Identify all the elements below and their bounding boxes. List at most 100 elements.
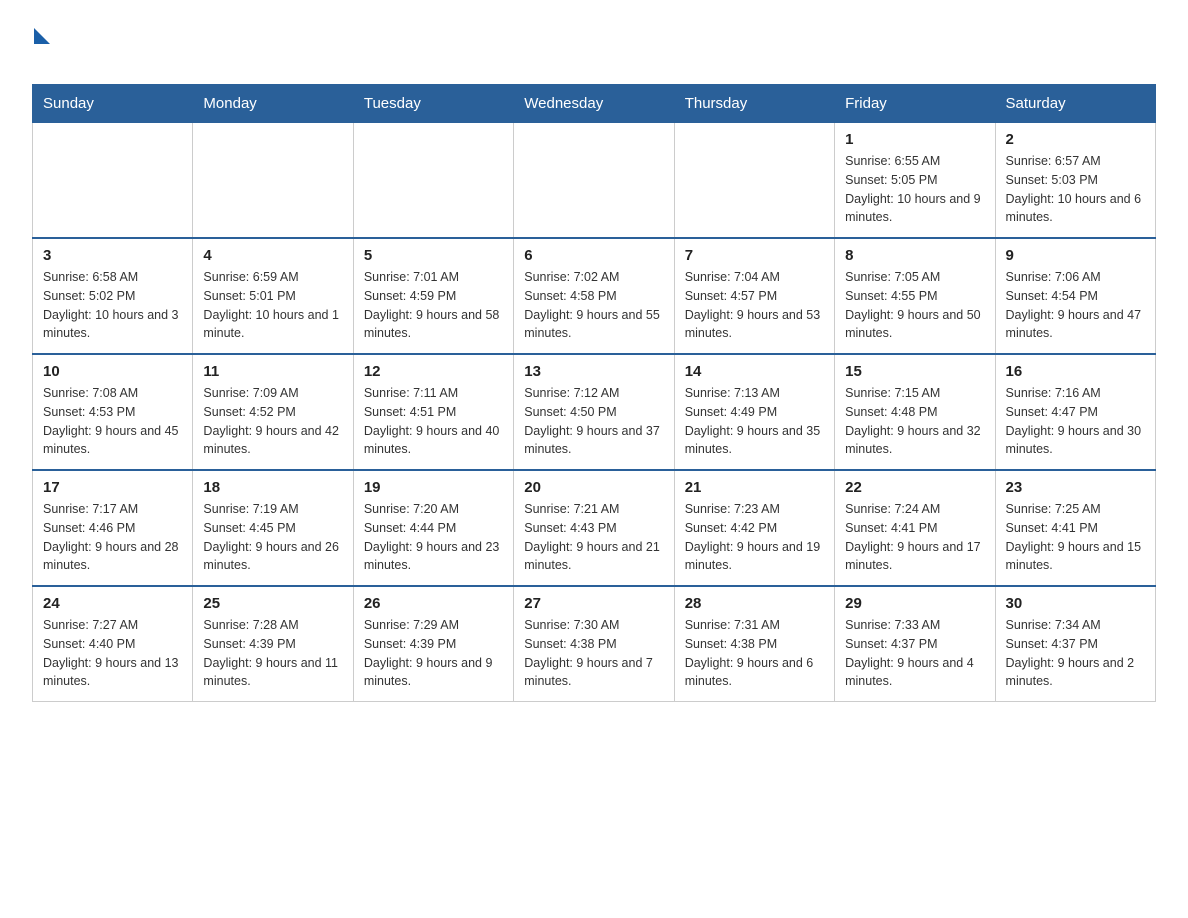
week-row-1: 3 Sunrise: 6:58 AMSunset: 5:02 PMDaylight… (33, 238, 1156, 354)
day-number: 30 (1006, 595, 1145, 612)
day-number: 7 (685, 247, 824, 264)
calendar-cell (674, 123, 834, 239)
day-info: Sunrise: 7:31 AMSunset: 4:38 PMDaylight:… (685, 616, 824, 691)
calendar-cell: 24Sunrise: 7:27 AMSunset: 4:40 PMDayligh… (33, 586, 193, 702)
day-info: Sunrise: 7:16 AMSunset: 4:47 PMDaylight:… (1006, 384, 1145, 459)
day-info: Sunrise: 7:06 AMSunset: 4:54 PMDaylight:… (1006, 268, 1145, 343)
day-number: 27 (524, 595, 663, 612)
calendar-cell (514, 123, 674, 239)
day-info: Sunrise: 7:24 AMSunset: 4:41 PMDaylight:… (845, 500, 984, 575)
calendar-cell: 30 Sunrise: 7:34 AMSunset: 4:37 PMDayligh… (995, 586, 1155, 702)
calendar-cell: 13 Sunrise: 7:12 AMSunset: 4:50 PMDayligh… (514, 354, 674, 470)
calendar-cell: 19 Sunrise: 7:20 AMSunset: 4:44 PMDayligh… (353, 470, 513, 586)
calendar-cell: 16 Sunrise: 7:16 AMSunset: 4:47 PMDayligh… (995, 354, 1155, 470)
calendar-cell: 6 Sunrise: 7:02 AMSunset: 4:58 PMDaylight… (514, 238, 674, 354)
day-info: Sunrise: 7:30 AMSunset: 4:38 PMDaylight:… (524, 616, 663, 691)
day-number: 11 (203, 363, 342, 380)
day-info: Sunrise: 7:01 AMSunset: 4:59 PMDaylight:… (364, 268, 503, 343)
day-number: 15 (845, 363, 984, 380)
logo (32, 24, 50, 68)
day-info: Sunrise: 7:34 AMSunset: 4:37 PMDaylight:… (1006, 616, 1145, 691)
calendar-cell: 15Sunrise: 7:15 AMSunset: 4:48 PMDayligh… (835, 354, 995, 470)
week-row-4: 24Sunrise: 7:27 AMSunset: 4:40 PMDayligh… (33, 586, 1156, 702)
calendar-cell: 5 Sunrise: 7:01 AMSunset: 4:59 PMDaylight… (353, 238, 513, 354)
day-info: Sunrise: 7:20 AMSunset: 4:44 PMDaylight:… (364, 500, 503, 575)
calendar-cell: 9 Sunrise: 7:06 AMSunset: 4:54 PMDaylight… (995, 238, 1155, 354)
calendar-cell: 10 Sunrise: 7:08 AMSunset: 4:53 PMDayligh… (33, 354, 193, 470)
weekday-header-saturday: Saturday (995, 85, 1155, 123)
calendar-cell: 1Sunrise: 6:55 AMSunset: 5:05 PMDaylight… (835, 123, 995, 239)
day-number: 8 (845, 247, 984, 264)
day-number: 16 (1006, 363, 1145, 380)
calendar-cell: 4 Sunrise: 6:59 AMSunset: 5:01 PMDaylight… (193, 238, 353, 354)
day-info: Sunrise: 7:17 AMSunset: 4:46 PMDaylight:… (43, 500, 182, 575)
calendar-cell: 26 Sunrise: 7:29 AMSunset: 4:39 PMDayligh… (353, 586, 513, 702)
day-number: 12 (364, 363, 503, 380)
day-info: Sunrise: 7:25 AMSunset: 4:41 PMDaylight:… (1006, 500, 1145, 575)
weekday-header-thursday: Thursday (674, 85, 834, 123)
day-info: Sunrise: 6:58 AMSunset: 5:02 PMDaylight:… (43, 268, 182, 343)
day-number: 10 (43, 363, 182, 380)
day-number: 22 (845, 479, 984, 496)
day-number: 1 (845, 131, 984, 148)
day-number: 29 (845, 595, 984, 612)
day-info: Sunrise: 7:12 AMSunset: 4:50 PMDaylight:… (524, 384, 663, 459)
day-number: 14 (685, 363, 824, 380)
day-info: Sunrise: 7:23 AMSunset: 4:42 PMDaylight:… (685, 500, 824, 575)
calendar-cell: 7Sunrise: 7:04 AMSunset: 4:57 PMDaylight… (674, 238, 834, 354)
day-number: 3 (43, 247, 182, 264)
day-number: 21 (685, 479, 824, 496)
calendar-cell: 22 Sunrise: 7:24 AMSunset: 4:41 PMDayligh… (835, 470, 995, 586)
calendar-cell: 25 Sunrise: 7:28 AMSunset: 4:39 PMDayligh… (193, 586, 353, 702)
calendar-cell: 17 Sunrise: 7:17 AMSunset: 4:46 PMDayligh… (33, 470, 193, 586)
calendar-cell: 2 Sunrise: 6:57 AMSunset: 5:03 PMDaylight… (995, 123, 1155, 239)
day-info: Sunrise: 7:28 AMSunset: 4:39 PMDaylight:… (203, 616, 342, 691)
day-number: 19 (364, 479, 503, 496)
day-info: Sunrise: 7:08 AMSunset: 4:53 PMDaylight:… (43, 384, 182, 459)
calendar-cell: 23 Sunrise: 7:25 AMSunset: 4:41 PMDayligh… (995, 470, 1155, 586)
day-number: 4 (203, 247, 342, 264)
day-info: Sunrise: 7:05 AMSunset: 4:55 PMDaylight:… (845, 268, 984, 343)
day-info: Sunrise: 7:09 AMSunset: 4:52 PMDaylight:… (203, 384, 342, 459)
day-number: 13 (524, 363, 663, 380)
calendar-cell: 21 Sunrise: 7:23 AMSunset: 4:42 PMDayligh… (674, 470, 834, 586)
calendar-table: SundayMondayTuesdayWednesdayThursdayFrid… (32, 84, 1156, 702)
day-info: Sunrise: 7:33 AMSunset: 4:37 PMDaylight:… (845, 616, 984, 691)
day-info: Sunrise: 6:57 AMSunset: 5:03 PMDaylight:… (1006, 152, 1145, 227)
calendar-cell: 11 Sunrise: 7:09 AMSunset: 4:52 PMDayligh… (193, 354, 353, 470)
day-number: 20 (524, 479, 663, 496)
calendar-cell (33, 123, 193, 239)
day-number: 26 (364, 595, 503, 612)
day-number: 28 (685, 595, 824, 612)
calendar-cell (193, 123, 353, 239)
day-number: 23 (1006, 479, 1145, 496)
day-number: 18 (203, 479, 342, 496)
day-info: Sunrise: 7:21 AMSunset: 4:43 PMDaylight:… (524, 500, 663, 575)
day-number: 6 (524, 247, 663, 264)
day-info: Sunrise: 7:13 AMSunset: 4:49 PMDaylight:… (685, 384, 824, 459)
week-row-3: 17 Sunrise: 7:17 AMSunset: 4:46 PMDayligh… (33, 470, 1156, 586)
day-number: 9 (1006, 247, 1145, 264)
day-number: 17 (43, 479, 182, 496)
day-info: Sunrise: 6:59 AMSunset: 5:01 PMDaylight:… (203, 268, 342, 343)
calendar-cell: 3 Sunrise: 6:58 AMSunset: 5:02 PMDaylight… (33, 238, 193, 354)
day-info: Sunrise: 7:11 AMSunset: 4:51 PMDaylight:… (364, 384, 503, 459)
calendar-cell: 12 Sunrise: 7:11 AMSunset: 4:51 PMDayligh… (353, 354, 513, 470)
calendar-cell: 29 Sunrise: 7:33 AMSunset: 4:37 PMDayligh… (835, 586, 995, 702)
day-info: Sunrise: 7:02 AMSunset: 4:58 PMDaylight:… (524, 268, 663, 343)
calendar-cell: 27 Sunrise: 7:30 AMSunset: 4:38 PMDayligh… (514, 586, 674, 702)
calendar-cell: 28 Sunrise: 7:31 AMSunset: 4:38 PMDayligh… (674, 586, 834, 702)
day-info: Sunrise: 7:19 AMSunset: 4:45 PMDaylight:… (203, 500, 342, 575)
page-header (32, 24, 1156, 68)
calendar-cell: 8 Sunrise: 7:05 AMSunset: 4:55 PMDaylight… (835, 238, 995, 354)
weekday-header-tuesday: Tuesday (353, 85, 513, 123)
weekday-header-monday: Monday (193, 85, 353, 123)
calendar-cell (353, 123, 513, 239)
day-number: 5 (364, 247, 503, 264)
day-info: Sunrise: 7:29 AMSunset: 4:39 PMDaylight:… (364, 616, 503, 691)
weekday-header-sunday: Sunday (33, 85, 193, 123)
day-number: 2 (1006, 131, 1145, 148)
day-number: 25 (203, 595, 342, 612)
calendar-cell: 14 Sunrise: 7:13 AMSunset: 4:49 PMDayligh… (674, 354, 834, 470)
week-row-0: 1Sunrise: 6:55 AMSunset: 5:05 PMDaylight… (33, 123, 1156, 239)
